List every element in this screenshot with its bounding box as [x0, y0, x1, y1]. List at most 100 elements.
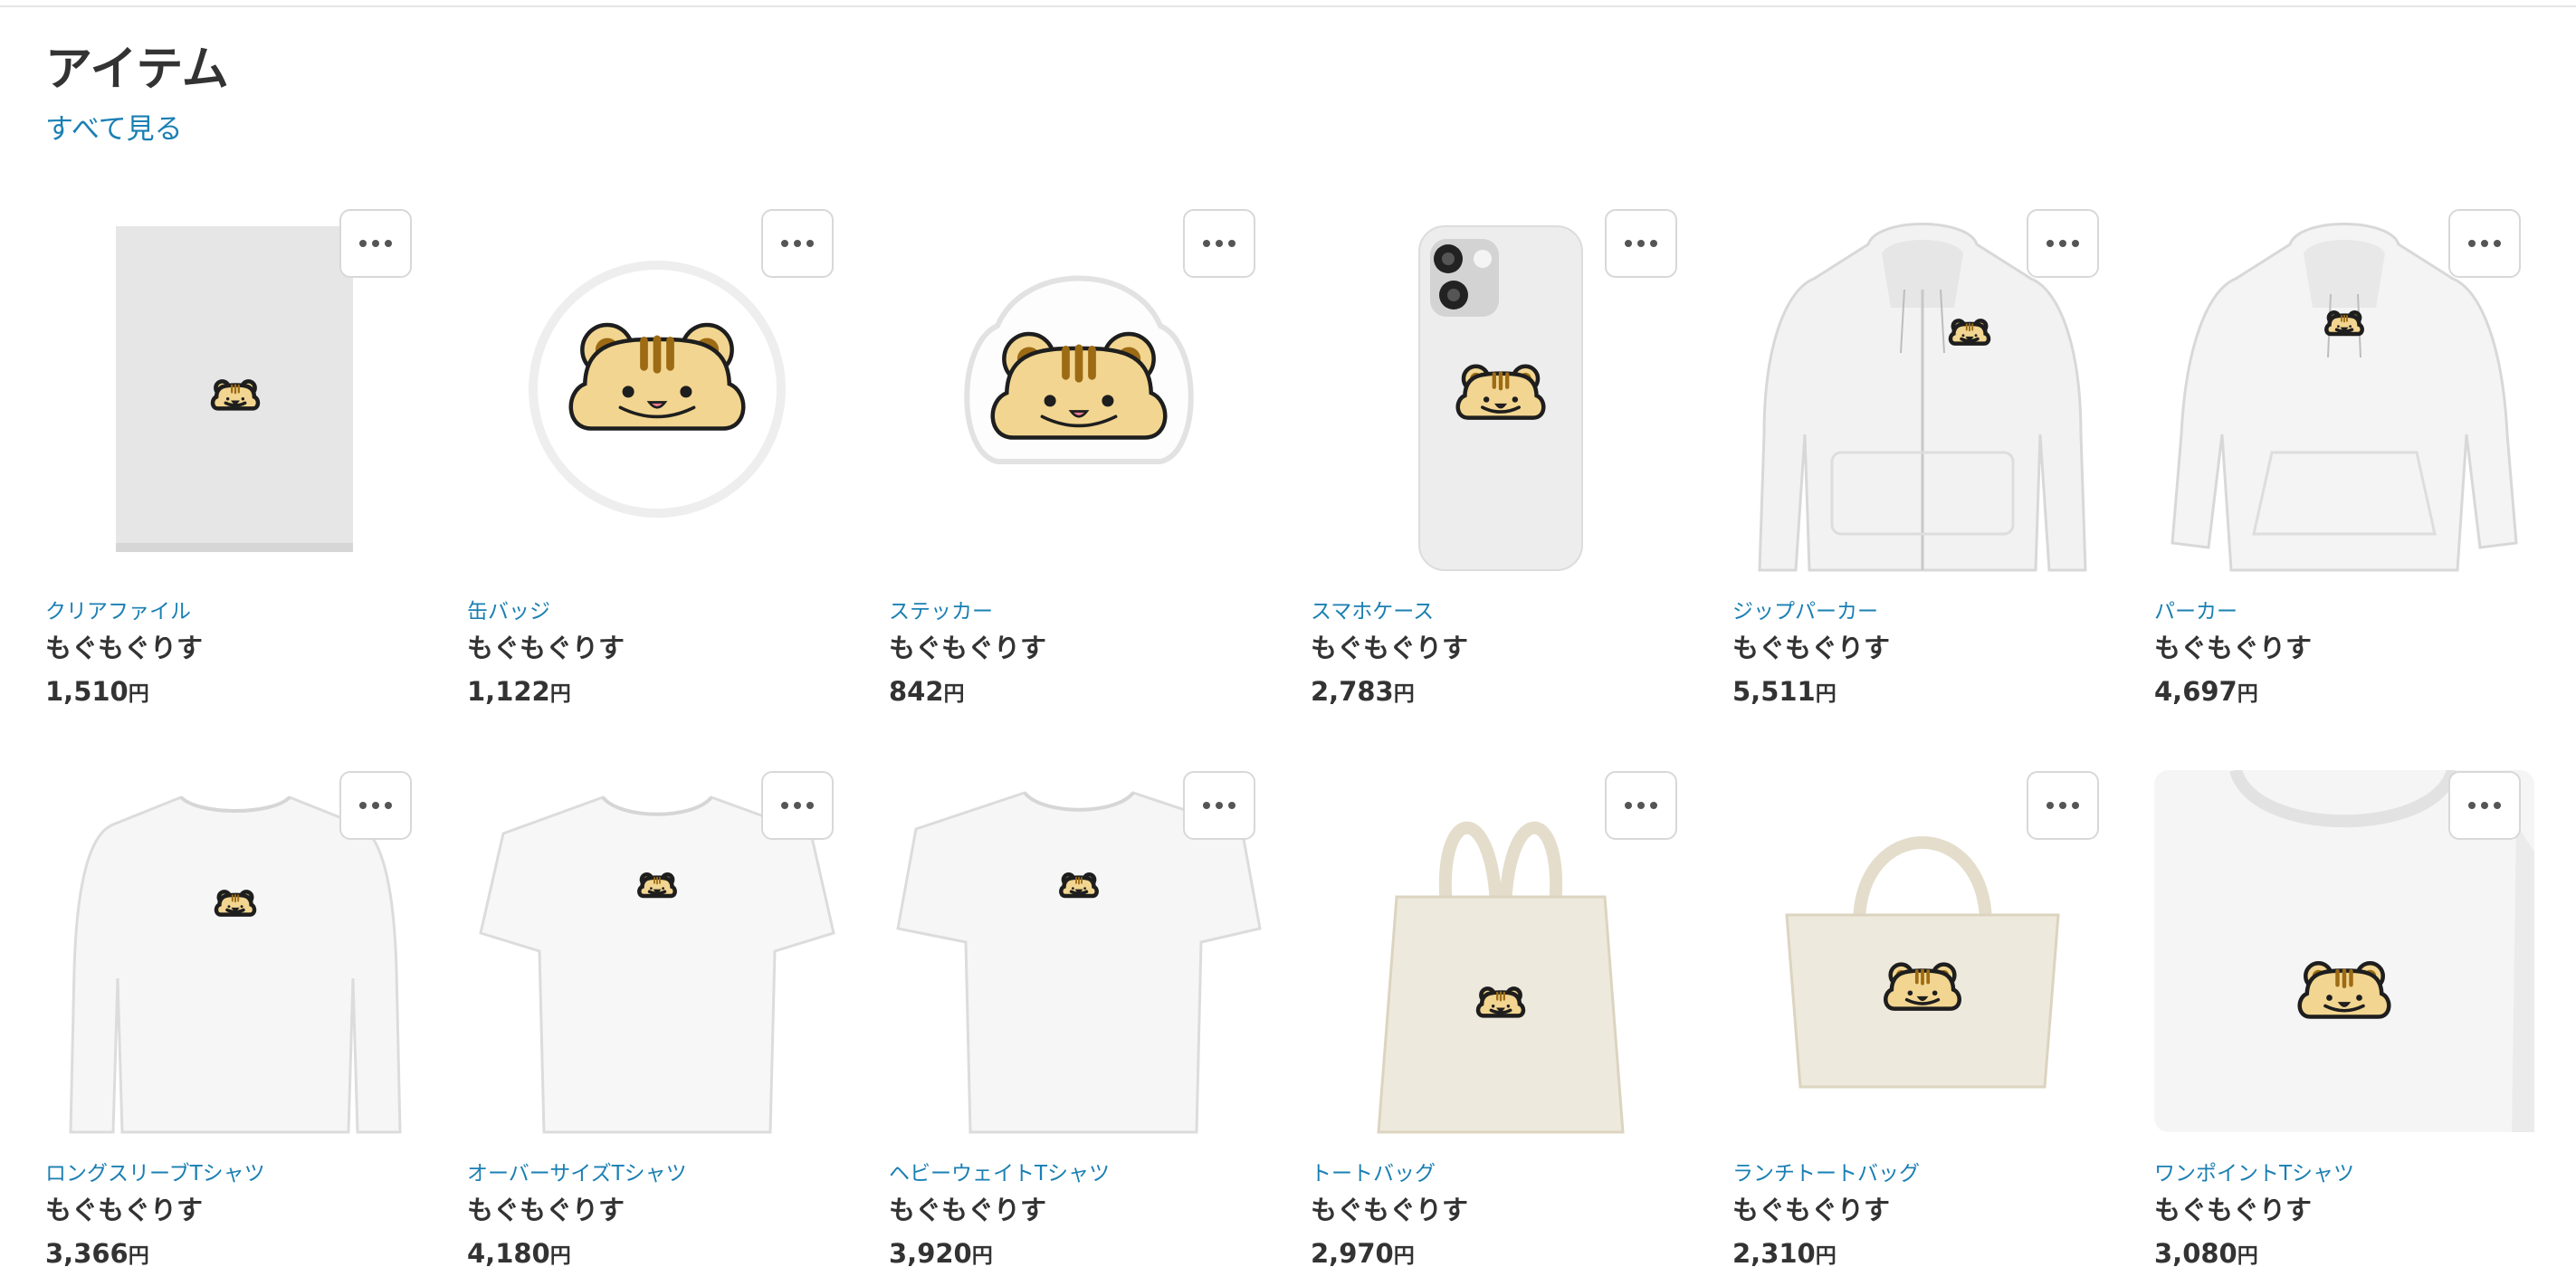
item-card[interactable]: ワンポイントTシャツ もぐもぐりす 3,080円: [2154, 770, 2534, 1271]
item-price-currency: 円: [2237, 1244, 2258, 1268]
more-dot: [806, 240, 814, 247]
item-price: 2,783円: [1311, 673, 1415, 712]
item-price-currency: 円: [1815, 1244, 1837, 1268]
more-dot: [806, 802, 814, 809]
item-category-link[interactable]: ランチトートバッグ: [1732, 1159, 1920, 1188]
item-name[interactable]: もぐもぐりす: [1732, 630, 1890, 666]
item-category-link[interactable]: ワンポイントTシャツ: [2154, 1159, 2354, 1188]
item-category-link[interactable]: パーカー: [2154, 597, 2237, 626]
more-options-button[interactable]: [2027, 771, 2099, 840]
item-category-link[interactable]: ロングスリーブTシャツ: [45, 1159, 265, 1188]
item-price: 4,697円: [2154, 673, 2258, 712]
item-name[interactable]: もぐもぐりす: [1732, 1192, 1890, 1228]
more-dot: [359, 802, 367, 809]
item-category-link[interactable]: 缶バッジ: [467, 597, 550, 626]
more-dot: [2046, 240, 2054, 247]
squirrel-character: [1059, 872, 1099, 899]
item-name[interactable]: もぐもぐりす: [45, 1192, 203, 1228]
more-dot: [2059, 240, 2066, 247]
item-category-link[interactable]: ジップパーカー: [1732, 597, 1878, 626]
item-category-link[interactable]: オーバーサイズTシャツ: [467, 1159, 687, 1188]
more-dot: [794, 240, 801, 247]
item-name[interactable]: もぐもぐりす: [467, 630, 625, 666]
item-category-link[interactable]: スマホケース: [1311, 597, 1434, 626]
item-price-value: 842: [889, 676, 944, 707]
item-price: 2,310円: [1732, 1235, 1837, 1274]
item-card[interactable]: ロングスリーブTシャツ もぐもぐりす 3,366円: [45, 770, 425, 1271]
item-card[interactable]: クリアファイル もぐもぐりす 1,510円: [45, 208, 425, 709]
see-all-link[interactable]: すべて見る: [45, 110, 183, 148]
item-category-link[interactable]: ヘビーウェイトTシャツ: [889, 1159, 1110, 1188]
more-options-button[interactable]: [2027, 209, 2099, 278]
more-dot: [1216, 802, 1223, 809]
item-category-link[interactable]: ステッカー: [889, 597, 993, 626]
item-price: 4,180円: [467, 1235, 571, 1274]
item-card[interactable]: ヘビーウェイトTシャツ もぐもぐりす 3,920円: [889, 770, 1269, 1271]
item-name[interactable]: もぐもぐりす: [889, 630, 1046, 666]
item-name[interactable]: もぐもぐりす: [45, 630, 203, 666]
more-options-button[interactable]: [761, 209, 834, 278]
more-dot: [1637, 802, 1645, 809]
item-name[interactable]: もぐもぐりす: [1311, 630, 1468, 666]
more-dot: [1625, 802, 1632, 809]
more-dot: [385, 240, 392, 247]
item-card[interactable]: ジップパーカー もぐもぐりす 5,511円: [1732, 208, 2113, 709]
item-price-currency: 円: [1393, 682, 1415, 706]
item-card[interactable]: オーバーサイズTシャツ もぐもぐりす 4,180円: [467, 770, 847, 1271]
squirrel-character: [214, 890, 257, 917]
item-price-value: 3,080: [2154, 1238, 2237, 1269]
more-options-button[interactable]: [339, 209, 412, 278]
item-price-currency: 円: [1815, 682, 1837, 706]
item-price-currency: 円: [943, 682, 965, 706]
item-card[interactable]: ステッカー もぐもぐりす 842円: [889, 208, 1269, 709]
item-name[interactable]: もぐもぐりす: [2154, 630, 2312, 666]
item-name[interactable]: もぐもぐりす: [467, 1192, 625, 1228]
item-price: 3,920円: [889, 1235, 993, 1274]
more-dot: [1650, 802, 1657, 809]
more-options-button[interactable]: [1605, 771, 1677, 840]
more-options-button[interactable]: [1183, 771, 1255, 840]
more-options-button[interactable]: [761, 771, 834, 840]
item-card[interactable]: ランチトートバッグ もぐもぐりす 2,310円: [1732, 770, 2113, 1271]
more-options-button[interactable]: [2448, 209, 2521, 278]
item-category-link[interactable]: クリアファイル: [45, 597, 191, 626]
item-price: 5,511円: [1732, 673, 1837, 712]
item-name[interactable]: もぐもぐりす: [2154, 1192, 2312, 1228]
item-card[interactable]: パーカー もぐもぐりす 4,697円: [2154, 208, 2534, 709]
item-card[interactable]: 缶バッジ もぐもぐりす 1,122円: [467, 208, 847, 709]
item-name[interactable]: もぐもぐりす: [889, 1192, 1046, 1228]
more-dot: [2481, 802, 2488, 809]
more-dot: [2072, 240, 2079, 247]
item-price-currency: 円: [1393, 1244, 1415, 1268]
squirrel-character: [1475, 986, 1526, 1018]
squirrel-character: [2297, 961, 2391, 1019]
item-price: 1,122円: [467, 673, 571, 712]
item-category-link[interactable]: トートバッグ: [1311, 1159, 1436, 1188]
more-dot: [2468, 240, 2476, 247]
squirrel-character: [637, 872, 677, 899]
more-dot: [1637, 240, 1645, 247]
more-options-button[interactable]: [1605, 209, 1677, 278]
more-dot: [781, 240, 788, 247]
more-dot: [1203, 802, 1210, 809]
item-price-value: 2,310: [1732, 1238, 1816, 1269]
more-dot: [2494, 240, 2501, 247]
heavyweight-tshirt-shape: [896, 791, 1262, 1134]
more-dot: [2072, 802, 2079, 809]
item-card[interactable]: トートバッグ もぐもぐりす 2,970円: [1311, 770, 1691, 1271]
more-options-button[interactable]: [339, 771, 412, 840]
item-grid: クリアファイル もぐもぐりす 1,510円 缶バッジ もぐもぐりす 1,122円…: [45, 208, 2534, 1271]
more-dot: [1228, 240, 1236, 247]
more-options-button[interactable]: [1183, 209, 1255, 278]
item-price-value: 1,510: [45, 676, 129, 707]
squirrel-character: [2324, 310, 2364, 337]
oversize-tshirt-shape: [479, 795, 835, 1134]
item-name[interactable]: もぐもぐりす: [1311, 1192, 1468, 1228]
item-card[interactable]: スマホケース もぐもぐりす 2,783円: [1311, 208, 1691, 709]
item-price-value: 3,366: [45, 1238, 129, 1269]
more-dot: [2468, 802, 2476, 809]
more-dot: [2059, 802, 2066, 809]
more-dot: [2481, 240, 2488, 247]
more-options-button[interactable]: [2448, 771, 2521, 840]
more-dot: [2046, 802, 2054, 809]
